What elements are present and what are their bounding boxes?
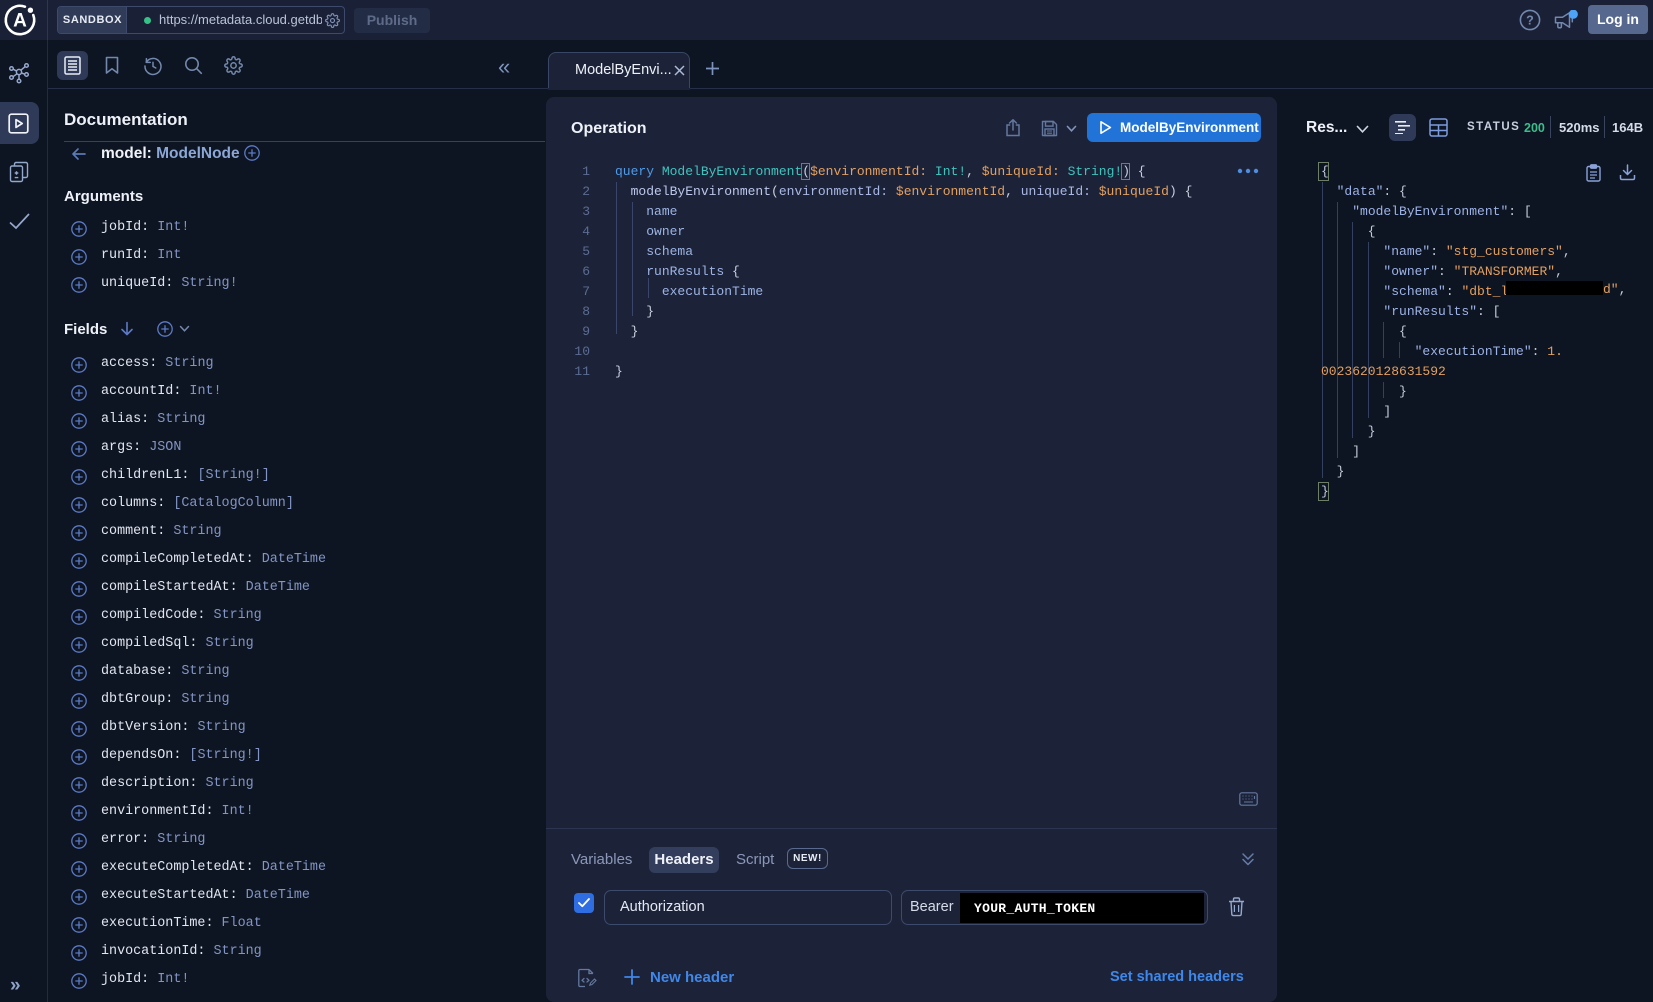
svg-text:?: ?: [1526, 14, 1534, 28]
svg-text:A: A: [13, 11, 27, 32]
